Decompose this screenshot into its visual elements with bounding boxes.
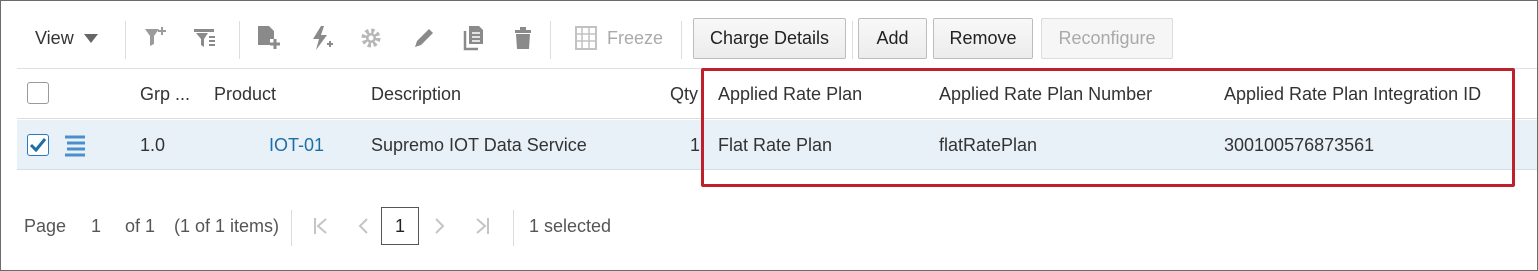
pagination-divider <box>291 210 292 246</box>
freeze-columns-icon <box>575 26 597 50</box>
remove-button[interactable]: Remove <box>933 18 1033 59</box>
toolbar-divider <box>125 21 126 59</box>
copy-icon[interactable] <box>459 23 489 53</box>
cell-description: Supremo IOT Data Service <box>371 134 587 155</box>
page-number-input[interactable]: 1 <box>381 207 419 245</box>
cell-product-link[interactable]: IOT-01 <box>269 120 324 170</box>
freeze-button[interactable]: Freeze <box>575 23 663 53</box>
cell-applied-rate-plan-integration-id: 300100576873561 <box>1224 134 1375 155</box>
page-label: Page <box>24 215 67 236</box>
pagination-divider <box>513 210 514 246</box>
page-count-label: of 1 <box>125 215 156 236</box>
reconfigure-button[interactable]: Reconfigure <box>1041 18 1173 59</box>
filter-add-icon[interactable] <box>141 23 171 53</box>
next-page-icon[interactable] <box>427 212 453 240</box>
items-count-label: (1 of 1 items) <box>174 215 280 236</box>
column-header-description[interactable]: Description <box>371 69 461 119</box>
pagination-bar: Page 1 of 1 (1 of 1 items) 1 1 selected <box>17 204 1017 248</box>
toolbar-divider <box>681 21 682 59</box>
column-header-applied-rate-plan-number[interactable]: Applied Rate Plan Number <box>939 69 1152 119</box>
row-menu-icon[interactable] <box>63 134 87 163</box>
toolbar-divider <box>852 21 853 59</box>
cell-applied-rate-plan-number: flatRatePlan <box>939 134 1038 155</box>
table-row[interactable]: 1.0 IOT-01 Supremo IOT Data Service 1 Fl… <box>17 120 1537 170</box>
column-header-applied-rate-plan-integration-id[interactable]: Applied Rate Plan Integration ID <box>1224 69 1481 119</box>
filter-options-icon[interactable] <box>190 23 220 53</box>
selected-count-label: 1 selected <box>529 215 612 236</box>
pencil-icon[interactable] <box>409 23 439 53</box>
row-checkbox[interactable] <box>27 134 49 156</box>
last-page-icon[interactable] <box>469 212 495 240</box>
column-header-grp[interactable]: Grp ... <box>140 69 190 119</box>
toolbar-divider <box>550 21 551 59</box>
table-header-row: Grp ... Product Description Qty Applied … <box>17 69 1537 119</box>
table-panel: View Freeze Charge Details Add Remove Re… <box>0 0 1538 271</box>
column-header-applied-rate-plan[interactable]: Applied Rate Plan <box>718 69 862 119</box>
toolbar-divider <box>239 21 240 59</box>
cell-grp: 1.0 <box>140 134 166 155</box>
current-page-number: 1 <box>91 215 102 236</box>
add-document-icon[interactable] <box>253 23 283 53</box>
freeze-label: Freeze <box>607 27 664 48</box>
view-menu-label: View <box>35 27 74 48</box>
column-header-qty[interactable]: Qty <box>670 69 698 119</box>
cell-applied-rate-plan: Flat Rate Plan <box>718 134 833 155</box>
chevron-down-icon <box>83 33 98 43</box>
charge-details-button[interactable]: Charge Details <box>693 18 846 59</box>
first-page-icon[interactable] <box>308 212 334 240</box>
gear-icon[interactable] <box>356 23 386 53</box>
column-header-product[interactable]: Product <box>214 69 276 119</box>
select-all-checkbox[interactable] <box>27 82 49 104</box>
add-button[interactable]: Add <box>858 18 927 59</box>
trash-icon[interactable] <box>508 23 538 53</box>
flash-icon[interactable] <box>307 23 337 53</box>
cell-qty: 1 <box>690 134 701 155</box>
view-menu[interactable]: View <box>35 15 98 61</box>
previous-page-icon[interactable] <box>350 212 376 240</box>
checkmark-icon <box>29 138 47 153</box>
